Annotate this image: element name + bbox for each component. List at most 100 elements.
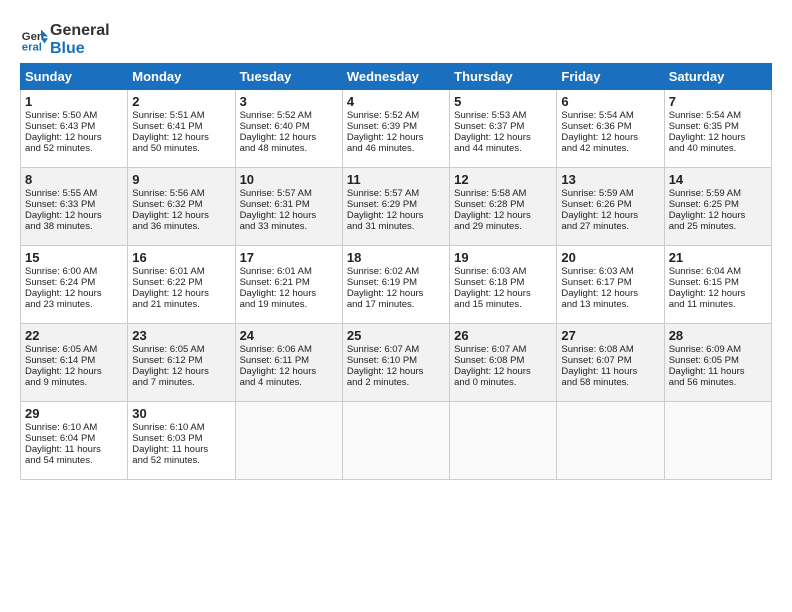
calendar-body: 1Sunrise: 5:50 AMSunset: 6:43 PMDaylight…: [21, 90, 772, 480]
calendar-week-4: 22Sunrise: 6:05 AMSunset: 6:14 PMDayligh…: [21, 324, 772, 402]
day-info: and 23 minutes.: [25, 299, 123, 310]
day-number: 1: [25, 94, 123, 109]
day-number: 14: [669, 172, 767, 187]
day-number: 5: [454, 94, 552, 109]
day-info: and 21 minutes.: [132, 299, 230, 310]
day-info: Sunset: 6:29 PM: [347, 199, 445, 210]
day-number: 24: [240, 328, 338, 343]
day-info: Daylight: 12 hours: [561, 288, 659, 299]
day-info: Daylight: 12 hours: [25, 366, 123, 377]
day-info: Daylight: 12 hours: [454, 288, 552, 299]
day-info: Sunset: 6:10 PM: [347, 355, 445, 366]
calendar-cell: 27Sunrise: 6:08 AMSunset: 6:07 PMDayligh…: [557, 324, 664, 402]
day-info: and 15 minutes.: [454, 299, 552, 310]
day-info: Daylight: 11 hours: [25, 444, 123, 455]
day-info: and 54 minutes.: [25, 455, 123, 466]
day-info: Sunset: 6:40 PM: [240, 121, 338, 132]
calendar-cell: 3Sunrise: 5:52 AMSunset: 6:40 PMDaylight…: [235, 90, 342, 168]
day-info: Sunset: 6:25 PM: [669, 199, 767, 210]
calendar-cell: 6Sunrise: 5:54 AMSunset: 6:36 PMDaylight…: [557, 90, 664, 168]
day-info: Daylight: 12 hours: [240, 132, 338, 143]
day-info: Sunrise: 6:08 AM: [561, 344, 659, 355]
calendar-cell: 13Sunrise: 5:59 AMSunset: 6:26 PMDayligh…: [557, 168, 664, 246]
day-info: Sunrise: 5:57 AM: [240, 188, 338, 199]
calendar-cell: 26Sunrise: 6:07 AMSunset: 6:08 PMDayligh…: [450, 324, 557, 402]
day-info: Sunrise: 5:52 AM: [347, 110, 445, 121]
day-info: Sunrise: 6:01 AM: [132, 266, 230, 277]
day-info: Daylight: 12 hours: [561, 210, 659, 221]
day-info: Sunrise: 6:10 AM: [132, 422, 230, 433]
header-cell-tuesday: Tuesday: [235, 64, 342, 90]
day-number: 11: [347, 172, 445, 187]
day-number: 2: [132, 94, 230, 109]
day-number: 6: [561, 94, 659, 109]
day-info: Sunset: 6:37 PM: [454, 121, 552, 132]
calendar-cell: 24Sunrise: 6:06 AMSunset: 6:11 PMDayligh…: [235, 324, 342, 402]
day-number: 19: [454, 250, 552, 265]
day-info: Sunrise: 6:03 AM: [561, 266, 659, 277]
day-info: Daylight: 12 hours: [347, 288, 445, 299]
header-cell-saturday: Saturday: [664, 64, 771, 90]
header: Gen eral General Blue: [20, 18, 772, 57]
day-info: Sunrise: 6:01 AM: [240, 266, 338, 277]
day-info: Daylight: 12 hours: [240, 366, 338, 377]
day-info: Sunrise: 6:06 AM: [240, 344, 338, 355]
calendar-week-1: 1Sunrise: 5:50 AMSunset: 6:43 PMDaylight…: [21, 90, 772, 168]
day-info: Sunrise: 6:03 AM: [454, 266, 552, 277]
calendar-cell: 23Sunrise: 6:05 AMSunset: 6:12 PMDayligh…: [128, 324, 235, 402]
day-info: Sunrise: 5:52 AM: [240, 110, 338, 121]
day-number: 21: [669, 250, 767, 265]
header-cell-thursday: Thursday: [450, 64, 557, 90]
logo-text-line1: General: [50, 22, 110, 40]
calendar-cell: 8Sunrise: 5:55 AMSunset: 6:33 PMDaylight…: [21, 168, 128, 246]
day-info: Sunrise: 6:07 AM: [454, 344, 552, 355]
day-info: Sunset: 6:26 PM: [561, 199, 659, 210]
logo-icon: Gen eral: [20, 26, 48, 54]
day-info: and 13 minutes.: [561, 299, 659, 310]
calendar-cell: [557, 402, 664, 480]
day-number: 30: [132, 406, 230, 421]
day-number: 3: [240, 94, 338, 109]
day-info: Sunset: 6:18 PM: [454, 277, 552, 288]
day-number: 13: [561, 172, 659, 187]
day-info: and 31 minutes.: [347, 221, 445, 232]
day-info: Daylight: 12 hours: [347, 132, 445, 143]
calendar-cell: 21Sunrise: 6:04 AMSunset: 6:15 PMDayligh…: [664, 246, 771, 324]
day-info: and 9 minutes.: [25, 377, 123, 388]
day-info: Daylight: 11 hours: [132, 444, 230, 455]
day-number: 22: [25, 328, 123, 343]
calendar-cell: 2Sunrise: 5:51 AMSunset: 6:41 PMDaylight…: [128, 90, 235, 168]
day-info: and 11 minutes.: [669, 299, 767, 310]
calendar-week-2: 8Sunrise: 5:55 AMSunset: 6:33 PMDaylight…: [21, 168, 772, 246]
day-info: Sunrise: 6:05 AM: [132, 344, 230, 355]
day-info: Daylight: 12 hours: [669, 132, 767, 143]
calendar-cell: 10Sunrise: 5:57 AMSunset: 6:31 PMDayligh…: [235, 168, 342, 246]
day-info: Sunset: 6:15 PM: [669, 277, 767, 288]
day-info: Sunset: 6:43 PM: [25, 121, 123, 132]
day-info: and 33 minutes.: [240, 221, 338, 232]
day-info: Sunrise: 5:56 AM: [132, 188, 230, 199]
calendar-cell: 25Sunrise: 6:07 AMSunset: 6:10 PMDayligh…: [342, 324, 449, 402]
calendar-week-5: 29Sunrise: 6:10 AMSunset: 6:04 PMDayligh…: [21, 402, 772, 480]
day-info: Daylight: 12 hours: [25, 210, 123, 221]
day-info: Daylight: 12 hours: [25, 132, 123, 143]
calendar-cell: 11Sunrise: 5:57 AMSunset: 6:29 PMDayligh…: [342, 168, 449, 246]
header-cell-friday: Friday: [557, 64, 664, 90]
day-info: and 25 minutes.: [669, 221, 767, 232]
day-info: Daylight: 12 hours: [561, 132, 659, 143]
calendar-cell: 16Sunrise: 6:01 AMSunset: 6:22 PMDayligh…: [128, 246, 235, 324]
day-info: Daylight: 12 hours: [347, 366, 445, 377]
calendar-table: SundayMondayTuesdayWednesdayThursdayFrid…: [20, 63, 772, 480]
calendar-cell: 28Sunrise: 6:09 AMSunset: 6:05 PMDayligh…: [664, 324, 771, 402]
day-info: Sunset: 6:05 PM: [669, 355, 767, 366]
day-info: Daylight: 12 hours: [132, 366, 230, 377]
day-info: Daylight: 12 hours: [669, 210, 767, 221]
day-info: Daylight: 12 hours: [132, 210, 230, 221]
day-info: Daylight: 12 hours: [240, 210, 338, 221]
day-info: Sunrise: 5:55 AM: [25, 188, 123, 199]
day-info: Daylight: 12 hours: [240, 288, 338, 299]
day-info: Sunset: 6:08 PM: [454, 355, 552, 366]
day-info: and 17 minutes.: [347, 299, 445, 310]
calendar-cell: 4Sunrise: 5:52 AMSunset: 6:39 PMDaylight…: [342, 90, 449, 168]
day-info: Sunrise: 5:54 AM: [561, 110, 659, 121]
